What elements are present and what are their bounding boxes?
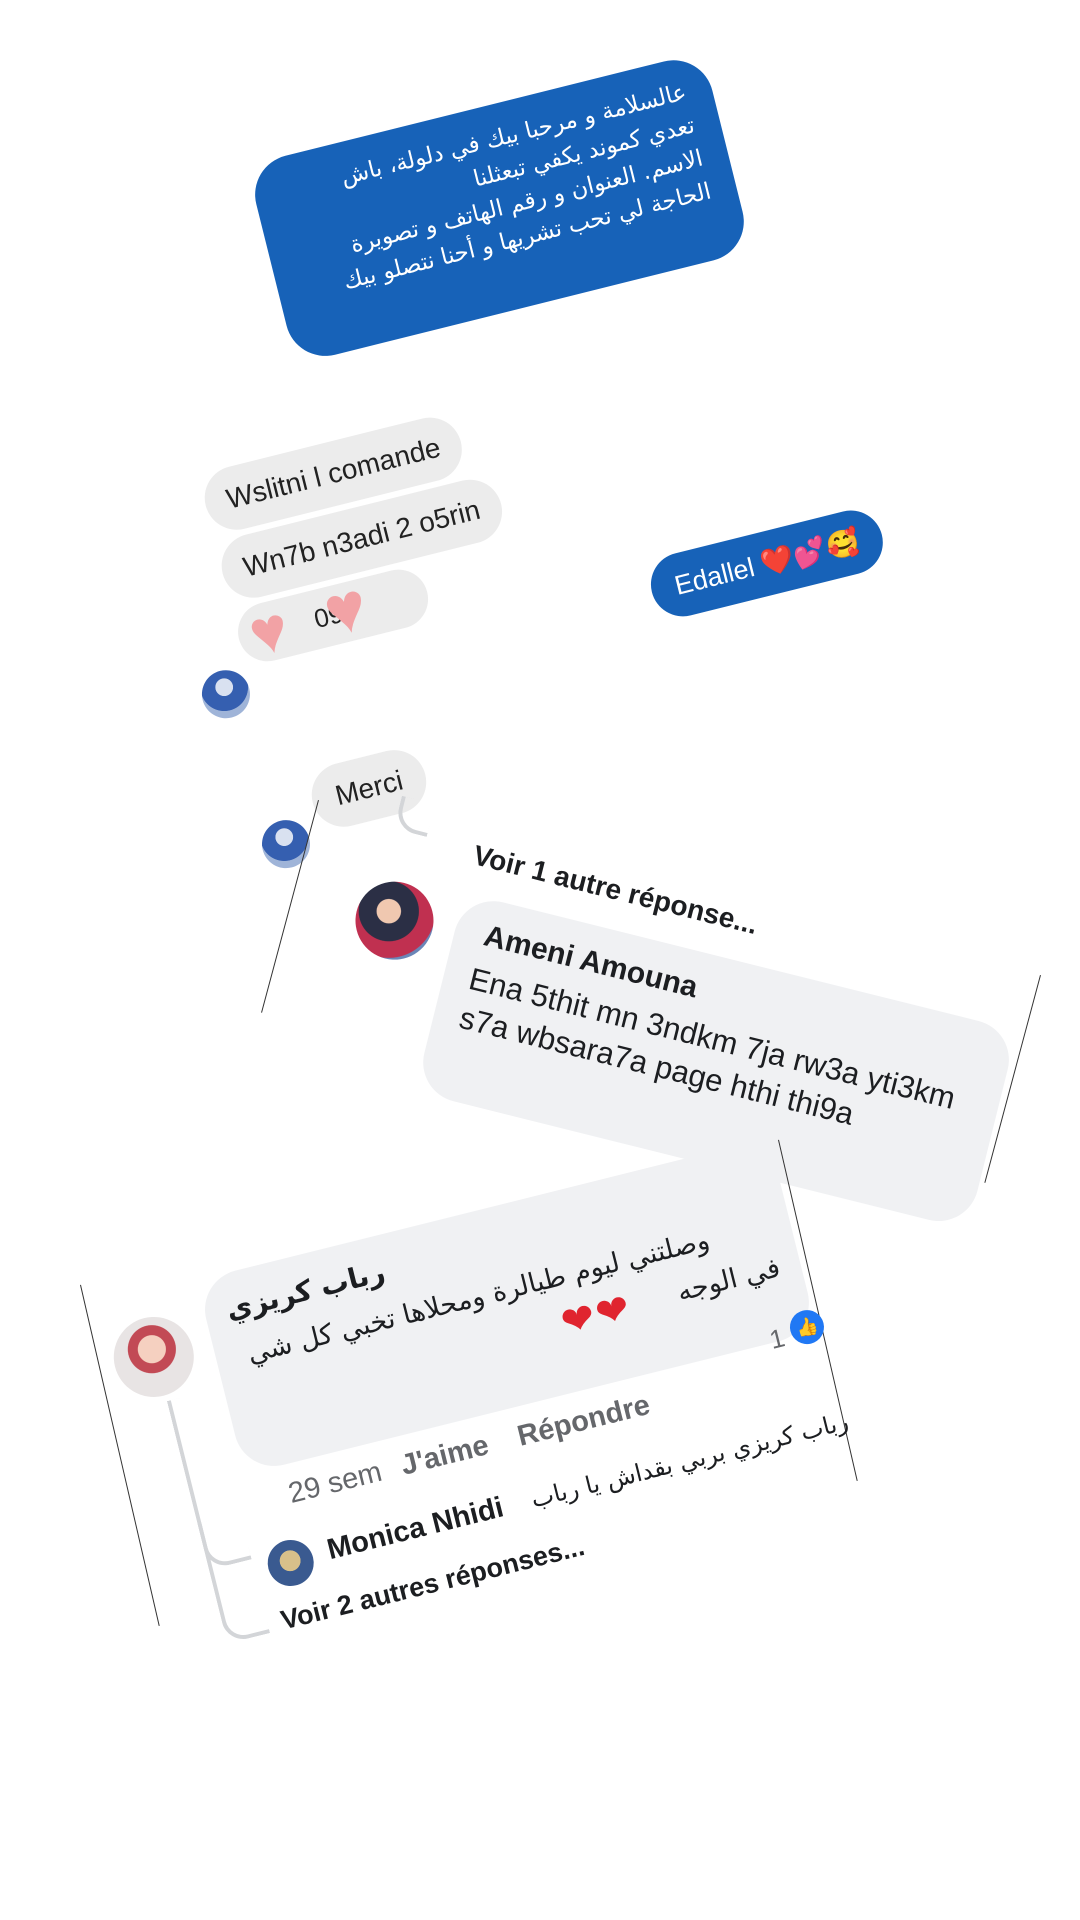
user-avatar[interactable] — [105, 1308, 203, 1406]
outgoing-message-text: Edallel ❤️💕🥰 — [671, 525, 863, 601]
comment-card-rabab: رباب كريزي وصلتني ليوم طيالرة ومحلاها تخ… — [100, 1116, 881, 1644]
messenger-panel: عالسلامة و مرحبا بيك في دلولة، باش تعدي … — [0, 0, 1080, 917]
reply-user-avatar[interactable] — [262, 1535, 319, 1591]
contact-avatar[interactable] — [196, 665, 256, 724]
thread-connector — [197, 1512, 271, 1644]
incoming-message-text: Merci — [332, 764, 407, 812]
outgoing-message-bubble[interactable]: عالسلامة و مرحبا بيك في دلولة، باش تعدي … — [246, 51, 753, 365]
like-button[interactable]: J'aime — [398, 1429, 492, 1483]
comment-timestamp: 29 sem — [285, 1455, 386, 1510]
view-more-replies-link[interactable]: Voir 2 autres réponses... — [278, 1531, 588, 1636]
outgoing-message-text: عالسلامة و مرحبا بيك في دلولة، باش تعدي … — [338, 79, 714, 296]
thread-connector — [393, 795, 435, 837]
outgoing-message-bubble[interactable]: Edallel ❤️💕🥰 — [644, 503, 891, 624]
user-avatar[interactable] — [347, 873, 442, 968]
